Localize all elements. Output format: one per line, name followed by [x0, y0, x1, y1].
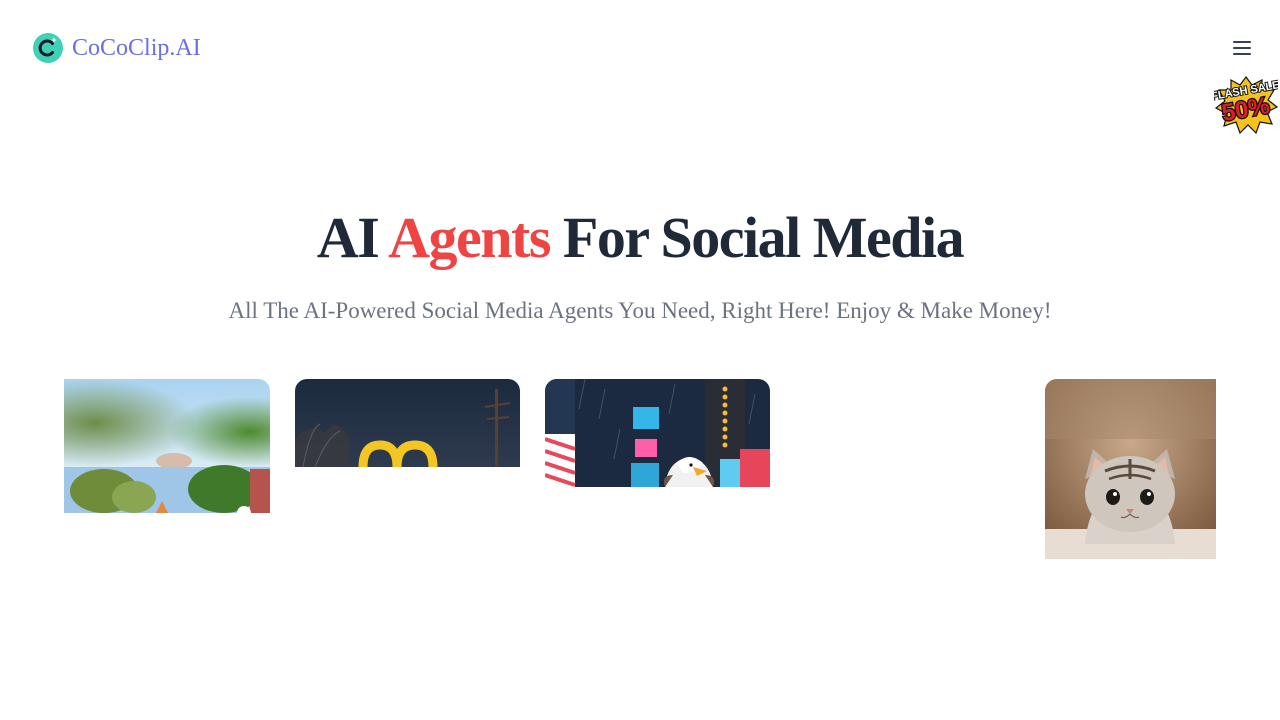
golden-arches-night-thumbnail: [295, 379, 520, 467]
kitten-thumbnail: [1045, 379, 1216, 559]
gallery-card-kitten[interactable]: [1045, 379, 1216, 559]
hamburger-menu-icon[interactable]: [1228, 34, 1256, 62]
site-header: CoCoClip.AI FLASH SALE 50%: [0, 0, 1280, 135]
brand-name: CoCoClip.AI: [72, 35, 201, 61]
brand-link[interactable]: CoCoClip.AI: [32, 31, 201, 65]
hero-title-prefix: AI: [316, 205, 389, 270]
hero-title: AI Agents For Social Media: [0, 200, 1280, 276]
hero-title-suffix: For Social Media: [549, 205, 965, 270]
gallery-card-outdoor[interactable]: [64, 379, 270, 513]
hero-title-accent: Agents: [388, 205, 551, 270]
gallery-card-eagle[interactable]: [545, 379, 770, 487]
gallery-card-arches[interactable]: [295, 379, 520, 467]
cococlip-logo-icon: [33, 33, 63, 63]
hero-subtitle: All The AI-Powered Social Media Agents Y…: [228, 298, 1052, 323]
flash-sale-badge[interactable]: FLASH SALE 50%: [1209, 76, 1280, 135]
eagle-city-rain-thumbnail: [545, 379, 770, 487]
outdoor-street-thumbnail: [64, 379, 270, 513]
flash-sale-badge-icon: FLASH SALE 50%: [1209, 76, 1280, 135]
